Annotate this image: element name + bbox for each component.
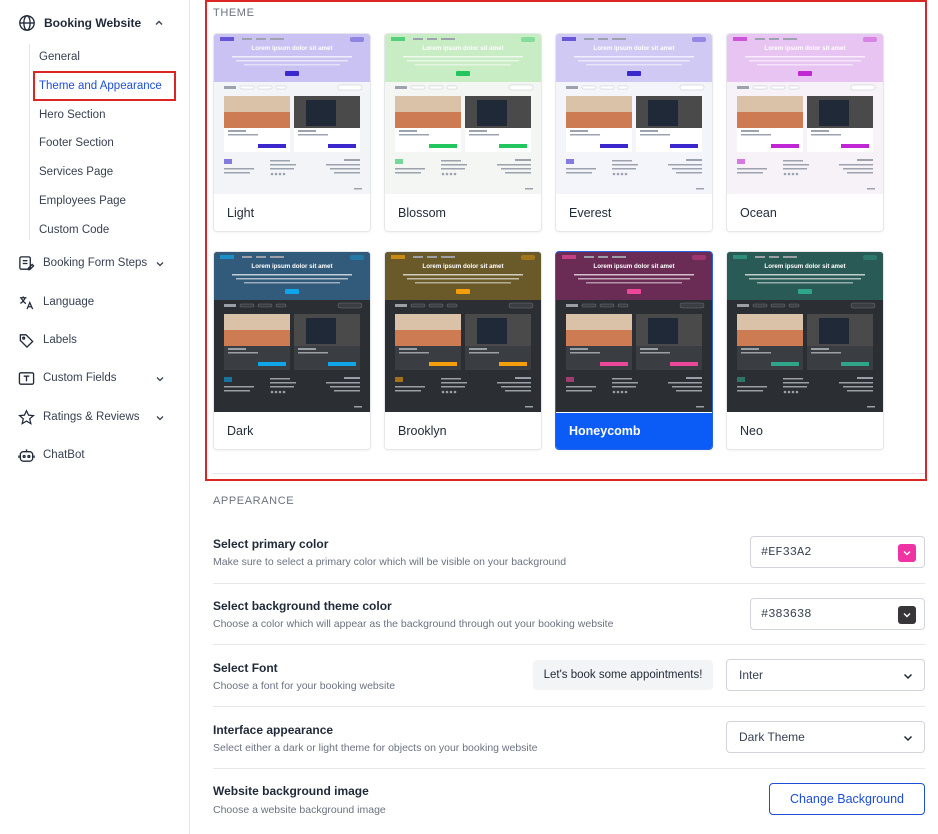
theme-card-brooklyn[interactable]: Lorem ipsum dolor sit amet Brooklyn — [384, 251, 542, 450]
theme-card-name: Dark — [214, 413, 370, 449]
nav-language[interactable]: Language — [18, 291, 178, 313]
subnav-services-page[interactable]: Services Page — [39, 163, 113, 181]
chevron-down-icon[interactable] — [154, 372, 166, 384]
primary-color-value: #EF33A2 — [761, 545, 812, 559]
theme-card-dark[interactable]: Lorem ipsum dolor sit amet Dark — [213, 251, 371, 450]
primary-color-swatch[interactable] — [898, 544, 916, 562]
nav-chatbot-label: ChatBot — [43, 449, 85, 461]
section-divider — [213, 473, 925, 474]
star-icon — [18, 408, 35, 426]
interface-select[interactable]: Dark Theme — [726, 721, 925, 753]
theme-preview-image: Lorem ipsum dolor sit amet — [385, 252, 541, 412]
font-preview: Let's book some appointments! — [533, 660, 713, 690]
form-steps-icon — [18, 255, 35, 272]
theme-card-light[interactable]: Lorem ipsum dolor sit amet Light — [213, 33, 371, 232]
background-color-swatch[interactable] — [898, 606, 916, 624]
chevron-down-icon[interactable] — [154, 411, 166, 423]
subnav-footer-section[interactable]: Footer Section — [39, 134, 114, 152]
chevron-down-icon — [902, 670, 914, 682]
row-divider — [213, 768, 925, 769]
theme-card-name: Everest — [556, 195, 712, 231]
theme-card-name: Brooklyn — [385, 413, 541, 449]
theme-preview-image: Lorem ipsum dolor sit amet — [556, 252, 712, 412]
interface-select-value: Dark Theme — [739, 730, 805, 744]
theme-card-name: Light — [214, 195, 370, 231]
theme-preview-image: Lorem ipsum dolor sit amet — [556, 34, 712, 194]
background-color-input[interactable]: #383638 — [750, 598, 925, 630]
font-subtitle: Choose a font for your booking website — [213, 680, 396, 692]
theme-card-name: Honeycomb — [556, 413, 712, 449]
background-color-subtitle: Choose a color which will appear as the … — [213, 618, 614, 630]
nav-booking-form-steps[interactable]: Booking Form Steps — [18, 252, 178, 274]
nav-booking-website-label: Booking Website — [44, 16, 142, 30]
nav-labels-label: Labels — [43, 334, 77, 346]
bg-image-subtitle: Choose a website background image — [213, 804, 386, 816]
theme-preview-image: Lorem ipsum dolor sit amet — [385, 34, 541, 194]
preview-headline: Lorem ipsum dolor sit amet — [764, 263, 845, 270]
preview-headline: Lorem ipsum dolor sit amet — [764, 45, 845, 52]
font-select[interactable]: Inter — [726, 659, 925, 691]
row-divider — [213, 583, 925, 584]
theme-card-everest[interactable]: Lorem ipsum dolor sit amet Everest — [555, 33, 713, 232]
globe-icon — [18, 14, 36, 32]
subnav-employees-page[interactable]: Employees Page — [39, 192, 126, 210]
theme-preview-image: Lorem ipsum dolor sit amet — [214, 34, 370, 194]
font-select-value: Inter — [739, 668, 764, 682]
nav-ratings-reviews[interactable]: Ratings & Reviews — [18, 406, 178, 428]
row-divider — [213, 644, 925, 645]
subnav-general[interactable]: General — [39, 48, 80, 66]
tag-icon — [18, 332, 35, 349]
subnav-hero-section[interactable]: Hero Section — [39, 106, 105, 124]
primary-color-title: Select primary color — [213, 537, 329, 551]
change-background-button[interactable]: Change Background — [769, 783, 925, 815]
main-content: THEME Lorem ipsum dolor sit amet Light Lor… — [191, 0, 938, 834]
nav-booking-website[interactable]: Booking Website — [18, 12, 178, 34]
background-color-title: Select background theme color — [213, 599, 392, 613]
nav-custom-fields[interactable]: Custom Fields — [18, 367, 178, 389]
bot-icon — [18, 447, 35, 464]
preview-headline: Lorem ipsum dolor sit amet — [422, 263, 503, 270]
theme-card-neo[interactable]: Lorem ipsum dolor sit amet Neo — [726, 251, 884, 450]
nav-language-label: Language — [43, 296, 95, 308]
theme-card-name: Neo — [727, 413, 883, 449]
chevron-up-icon[interactable] — [152, 16, 166, 30]
theme-preview-image: Lorem ipsum dolor sit amet — [214, 252, 370, 412]
sidebar: Booking Website General Theme and Appear… — [0, 0, 190, 834]
theme-section-label: THEME — [213, 7, 255, 19]
preview-headline: Lorem ipsum dolor sit amet — [251, 45, 332, 52]
row-divider — [213, 706, 925, 707]
theme-preview-image: Lorem ipsum dolor sit amet — [727, 34, 883, 194]
theme-card-name: Ocean — [727, 195, 883, 231]
nav-labels[interactable]: Labels — [18, 329, 178, 351]
theme-card-ocean[interactable]: Lorem ipsum dolor sit amet Ocean — [726, 33, 884, 232]
text-field-icon — [18, 370, 35, 387]
bg-image-title: Website background image — [213, 784, 369, 798]
nav-custom-fields-label: Custom Fields — [43, 372, 117, 384]
preview-headline: Lorem ipsum dolor sit amet — [593, 45, 674, 52]
active-item-highlight — [33, 71, 176, 101]
nav-chatbot[interactable]: ChatBot — [18, 444, 178, 466]
preview-headline: Lorem ipsum dolor sit amet — [251, 263, 332, 270]
theme-card-name: Blossom — [385, 195, 541, 231]
subnav-custom-code[interactable]: Custom Code — [39, 221, 109, 239]
interface-title: Interface appearance — [213, 723, 334, 737]
chevron-down-icon — [902, 732, 914, 744]
background-color-value: #383638 — [761, 607, 812, 621]
translate-icon — [18, 294, 35, 311]
appearance-section-label: APPEARANCE — [213, 495, 295, 507]
subnav-line — [29, 44, 30, 240]
interface-subtitle: Select either a dark or light theme for … — [213, 742, 538, 754]
font-title: Select Font — [213, 661, 278, 675]
chevron-down-icon[interactable] — [154, 257, 166, 269]
theme-preview-image: Lorem ipsum dolor sit amet — [727, 252, 883, 412]
preview-headline: Lorem ipsum dolor sit amet — [593, 263, 674, 270]
nav-booking-form-steps-label: Booking Form Steps — [43, 257, 148, 269]
primary-color-input[interactable]: #EF33A2 — [750, 536, 925, 568]
theme-card-blossom[interactable]: Lorem ipsum dolor sit amet Blossom — [384, 33, 542, 232]
theme-card-honeycomb[interactable]: Lorem ipsum dolor sit amet Honeycomb — [555, 251, 713, 450]
preview-headline: Lorem ipsum dolor sit amet — [422, 45, 503, 52]
primary-color-subtitle: Make sure to select a primary color whic… — [213, 556, 567, 568]
nav-ratings-reviews-label: Ratings & Reviews — [43, 411, 140, 423]
